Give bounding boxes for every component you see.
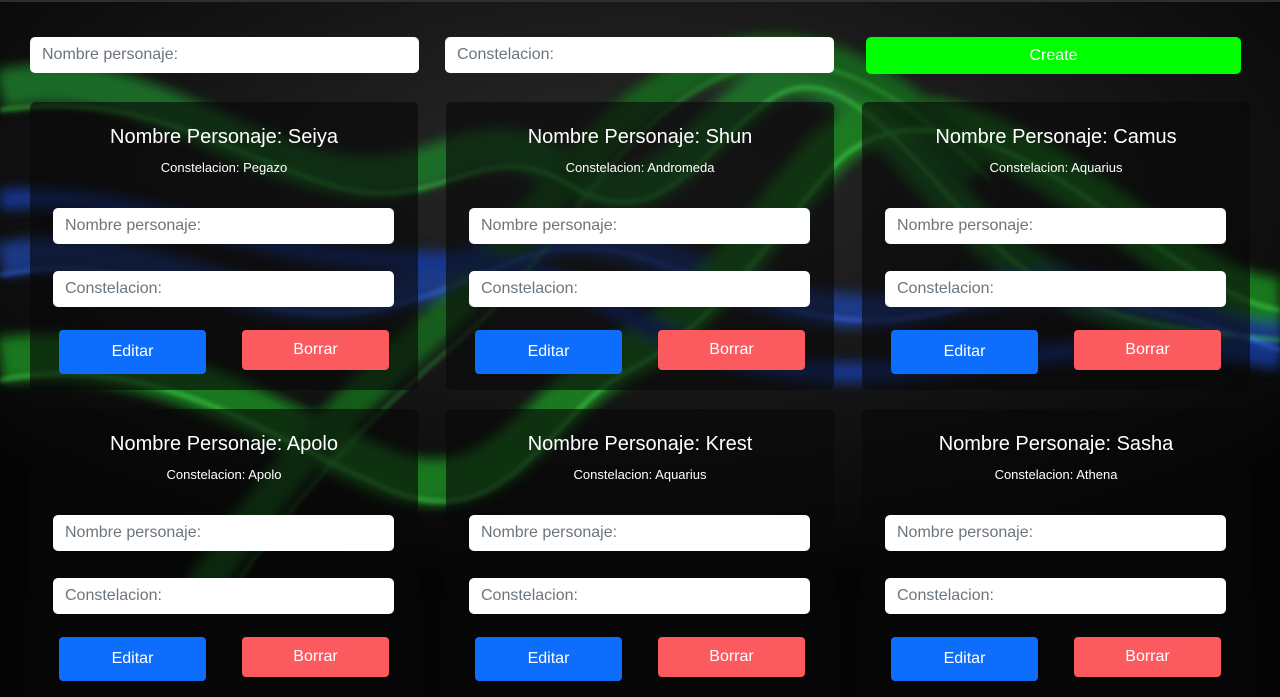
card-constellation: Constelacion: Aquarius bbox=[573, 467, 707, 482]
edit-button[interactable]: Editar bbox=[59, 637, 206, 681]
card-name-input[interactable] bbox=[53, 208, 394, 244]
card-constellation-input[interactable] bbox=[885, 578, 1226, 614]
edit-button[interactable]: Editar bbox=[475, 330, 622, 374]
card-constellation-input[interactable] bbox=[53, 578, 394, 614]
card-title: Nombre Personaje: Seiya bbox=[110, 126, 338, 148]
character-card-camus: Nombre Personaje: Camus Constelacion: Aq… bbox=[862, 102, 1250, 390]
card-constellation: Constelacion: Aquarius bbox=[989, 160, 1123, 175]
character-card-apolo: Nombre Personaje: Apolo Constelacion: Ap… bbox=[30, 409, 418, 697]
character-card-krest: Nombre Personaje: Krest Constelacion: Aq… bbox=[446, 409, 834, 697]
card-constellation: Constelacion: Andromeda bbox=[565, 160, 715, 175]
create-constellation-input[interactable] bbox=[445, 37, 834, 73]
card-name-input[interactable] bbox=[469, 208, 810, 244]
card-name-input[interactable] bbox=[885, 515, 1226, 551]
delete-button[interactable]: Borrar bbox=[1074, 330, 1221, 370]
card-constellation-input[interactable] bbox=[53, 271, 394, 307]
card-constellation: Constelacion: Athena bbox=[994, 467, 1118, 482]
edit-button[interactable]: Editar bbox=[475, 637, 622, 681]
card-title: Nombre Personaje: Krest bbox=[527, 433, 753, 455]
character-card-shun: Nombre Personaje: Shun Constelacion: And… bbox=[446, 102, 834, 390]
delete-button[interactable]: Borrar bbox=[242, 637, 389, 677]
card-name-input[interactable] bbox=[885, 208, 1226, 244]
create-button[interactable]: Create bbox=[866, 37, 1241, 74]
card-title: Nombre Personaje: Camus bbox=[935, 126, 1177, 148]
delete-button[interactable]: Borrar bbox=[658, 330, 805, 370]
card-constellation: Constelacion: Pegazo bbox=[160, 160, 288, 175]
delete-button[interactable]: Borrar bbox=[1074, 637, 1221, 677]
card-title: Nombre Personaje: Apolo bbox=[110, 433, 338, 455]
delete-button[interactable]: Borrar bbox=[658, 637, 805, 677]
card-constellation-input[interactable] bbox=[469, 578, 810, 614]
edit-button[interactable]: Editar bbox=[59, 330, 206, 374]
card-constellation-input[interactable] bbox=[469, 271, 810, 307]
card-constellation-input[interactable] bbox=[885, 271, 1226, 307]
card-title: Nombre Personaje: Sasha bbox=[938, 433, 1174, 455]
character-card-sasha: Nombre Personaje: Sasha Constelacion: At… bbox=[862, 409, 1250, 697]
delete-button[interactable]: Borrar bbox=[242, 330, 389, 370]
edit-button[interactable]: Editar bbox=[891, 330, 1038, 374]
edit-button[interactable]: Editar bbox=[891, 637, 1038, 681]
app-content: Create Nombre Personaje: Seiya Constelac… bbox=[0, 0, 1280, 697]
character-card-seiya: Nombre Personaje: Seiya Constelacion: Pe… bbox=[30, 102, 418, 390]
card-name-input[interactable] bbox=[469, 515, 810, 551]
card-title: Nombre Personaje: Shun bbox=[527, 126, 753, 148]
card-name-input[interactable] bbox=[53, 515, 394, 551]
create-name-input[interactable] bbox=[30, 37, 419, 73]
card-constellation: Constelacion: Apolo bbox=[166, 467, 282, 482]
